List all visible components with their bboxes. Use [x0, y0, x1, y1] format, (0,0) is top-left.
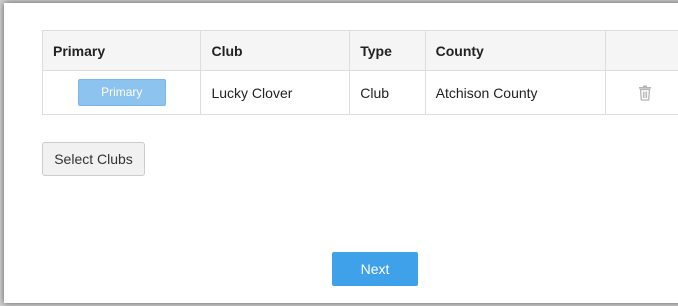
club-selection-panel: Primary Club Type County Primary Lucky C…: [4, 3, 678, 303]
table-row: Primary Lucky Clover Club Atchison Count…: [41, 70, 678, 115]
header-primary: Primary: [41, 30, 202, 71]
next-button[interactable]: Next: [332, 252, 418, 286]
select-clubs-button[interactable]: Select Clubs: [42, 142, 145, 176]
table-header-row: Primary Club Type County: [41, 30, 678, 71]
cell-actions: [605, 70, 678, 115]
trash-icon[interactable]: [638, 85, 652, 101]
clubs-table: Primary Club Type County Primary Lucky C…: [41, 30, 678, 115]
header-county: County: [424, 30, 607, 71]
cell-primary: Primary: [41, 70, 202, 115]
cell-club: Lucky Clover: [200, 70, 351, 115]
header-type: Type: [349, 30, 426, 71]
cell-type: Club: [349, 70, 426, 115]
header-club: Club: [200, 30, 351, 71]
cell-county: Atchison County: [424, 70, 607, 115]
header-actions: [605, 30, 678, 71]
primary-button[interactable]: Primary: [77, 79, 166, 106]
